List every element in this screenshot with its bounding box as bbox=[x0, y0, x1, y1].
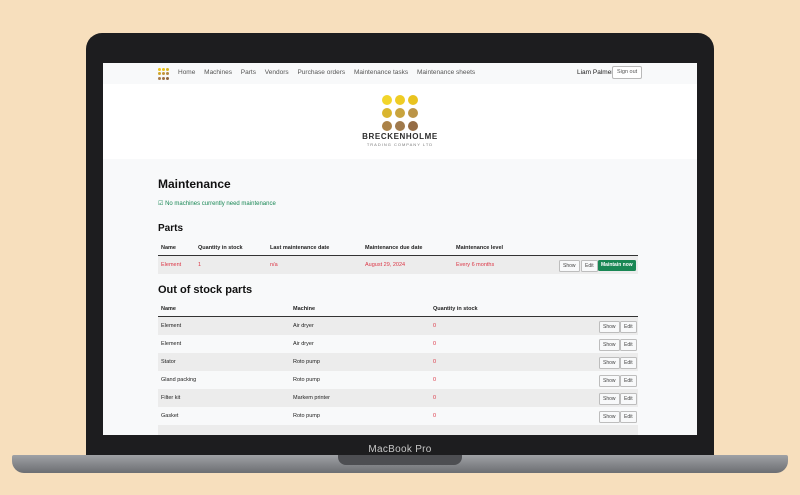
oos-machine: Roto pump bbox=[293, 413, 320, 419]
oos-part-name: Stator bbox=[161, 359, 176, 365]
oos-machine: Air dryer bbox=[293, 323, 314, 329]
brand-dot bbox=[395, 108, 405, 118]
logo-dot bbox=[162, 76, 165, 80]
nav-link-purchase-orders[interactable]: Purchase orders bbox=[297, 69, 345, 76]
brand-dot bbox=[408, 108, 418, 118]
nav-link-maintenance-sheets[interactable]: Maintenance sheets bbox=[417, 69, 475, 76]
brand-dot bbox=[382, 121, 392, 131]
logo-dot bbox=[166, 68, 169, 71]
oos-col-quantity: Quantity in stock bbox=[433, 306, 478, 312]
nav-logo-icon[interactable] bbox=[158, 68, 170, 80]
nav-link-maintenance-tasks[interactable]: Maintenance tasks bbox=[354, 69, 408, 76]
nav-link-machines[interactable]: Machines bbox=[204, 69, 232, 76]
brand-dot bbox=[408, 95, 418, 105]
table-row: Element 1 n/a August 29, 2024 Every 6 mo… bbox=[158, 256, 638, 274]
logo-dot bbox=[162, 72, 165, 76]
show-button[interactable]: Show bbox=[599, 393, 620, 405]
edit-button[interactable]: Edit bbox=[620, 339, 637, 351]
laptop-notch bbox=[338, 455, 462, 465]
parts-col-level: Maintenance level bbox=[456, 245, 504, 251]
device-label: MacBook Pro bbox=[368, 444, 432, 455]
brand-header: BRECKENHOLME TRADING COMPANY LTD bbox=[103, 84, 697, 159]
oos-machine: Air dryer bbox=[293, 341, 314, 347]
oos-quantity: 0 bbox=[433, 395, 437, 401]
logo-dot bbox=[158, 68, 161, 71]
main-content: Maintenance ☑ No machines currently need… bbox=[103, 159, 697, 435]
oos-part-name: Filter kit bbox=[161, 395, 181, 401]
maintain-now-button[interactable]: Maintain now bbox=[598, 259, 636, 271]
edit-button[interactable]: Edit bbox=[581, 260, 598, 272]
part-due-date: August 29, 2024 bbox=[365, 262, 406, 268]
part-last-date: n/a bbox=[270, 262, 278, 268]
oos-quantity: 0 bbox=[433, 341, 437, 347]
part-name: Element bbox=[161, 262, 182, 268]
table-row: Element Air dryer 0 Show Edit bbox=[158, 317, 638, 335]
logo-dot bbox=[158, 72, 161, 76]
oos-quantity: 0 bbox=[433, 413, 437, 419]
brand-dot bbox=[395, 121, 405, 131]
table-row: Stator Roto pump 0 Show Edit bbox=[158, 353, 638, 371]
table-row-partial bbox=[158, 425, 638, 435]
show-button[interactable]: Show bbox=[599, 375, 620, 387]
brand-subtitle: TRADING COMPANY LTD bbox=[366, 142, 434, 147]
screen: Home Machines Parts Vendors Purchase ord… bbox=[103, 63, 697, 435]
parts-heading: Parts bbox=[158, 223, 184, 234]
oos-quantity: 0 bbox=[433, 323, 437, 329]
brand-dot bbox=[408, 121, 418, 131]
status-message: ☑ No machines currently need maintenance bbox=[158, 200, 276, 207]
table-row: Filter kit Markem printer 0 Show Edit bbox=[158, 389, 638, 407]
edit-button[interactable]: Edit bbox=[620, 321, 637, 333]
oos-part-name: Element bbox=[161, 323, 182, 329]
nav-link-home[interactable]: Home bbox=[178, 69, 195, 76]
table-row: Gasket Roto pump 0 Show Edit bbox=[158, 407, 638, 425]
parts-col-due-date: Maintenance due date bbox=[365, 245, 423, 251]
oos-machine: Roto pump bbox=[293, 359, 320, 365]
logo-dot bbox=[162, 68, 165, 71]
oos-machine: Roto pump bbox=[293, 377, 320, 383]
oos-part-name: Gland packing bbox=[161, 377, 197, 383]
oos-part-name: Gasket bbox=[161, 413, 179, 419]
logo-dot bbox=[166, 72, 169, 76]
brand-dot bbox=[382, 95, 392, 105]
oos-col-name: Name bbox=[161, 306, 176, 312]
parts-col-quantity: Quantity in stock bbox=[198, 245, 243, 251]
oos-col-machine: Machine bbox=[293, 306, 316, 312]
edit-button[interactable]: Edit bbox=[620, 357, 637, 369]
parts-col-name: Name bbox=[161, 245, 176, 251]
oos-machine: Markem printer bbox=[293, 395, 330, 401]
brand-name: BRECKENHOLME bbox=[362, 132, 438, 141]
nav-links: Home Machines Parts Vendors Purchase ord… bbox=[178, 69, 482, 76]
user-name: Liam Palmer bbox=[577, 69, 614, 76]
nav-link-vendors[interactable]: Vendors bbox=[265, 69, 289, 76]
show-button[interactable]: Show bbox=[599, 321, 620, 333]
parts-col-last-date: Last maintenance date bbox=[270, 245, 330, 251]
logo-dot bbox=[166, 76, 169, 80]
show-button[interactable]: Show bbox=[599, 339, 620, 351]
oos-quantity: 0 bbox=[433, 377, 437, 383]
table-row: Gland packing Roto pump 0 Show Edit bbox=[158, 371, 638, 389]
part-quantity: 1 bbox=[198, 262, 202, 268]
part-level: Every 6 months bbox=[456, 262, 495, 268]
top-navbar: Home Machines Parts Vendors Purchase ord… bbox=[103, 63, 697, 85]
show-button[interactable]: Show bbox=[599, 411, 620, 423]
sign-out-button[interactable]: Sign out bbox=[612, 66, 643, 79]
status-text: No machines currently need maintenance bbox=[165, 201, 276, 207]
logo-dot bbox=[158, 76, 161, 80]
show-button[interactable]: Show bbox=[559, 260, 580, 272]
oos-part-name: Element bbox=[161, 341, 182, 347]
nav-link-parts[interactable]: Parts bbox=[241, 69, 256, 76]
edit-button[interactable]: Edit bbox=[620, 393, 637, 405]
show-button[interactable]: Show bbox=[599, 357, 620, 369]
oos-quantity: 0 bbox=[433, 359, 437, 365]
out-of-stock-heading: Out of stock parts bbox=[158, 284, 253, 296]
edit-button[interactable]: Edit bbox=[620, 411, 637, 423]
brand-logo-icon bbox=[382, 95, 418, 131]
edit-button[interactable]: Edit bbox=[620, 375, 637, 387]
table-row: Element Air dryer 0 Show Edit bbox=[158, 335, 638, 353]
check-square-icon: ☑ bbox=[158, 201, 164, 207]
brand-dot bbox=[382, 108, 392, 118]
page-title: Maintenance bbox=[158, 177, 231, 191]
brand-dot bbox=[395, 95, 405, 105]
